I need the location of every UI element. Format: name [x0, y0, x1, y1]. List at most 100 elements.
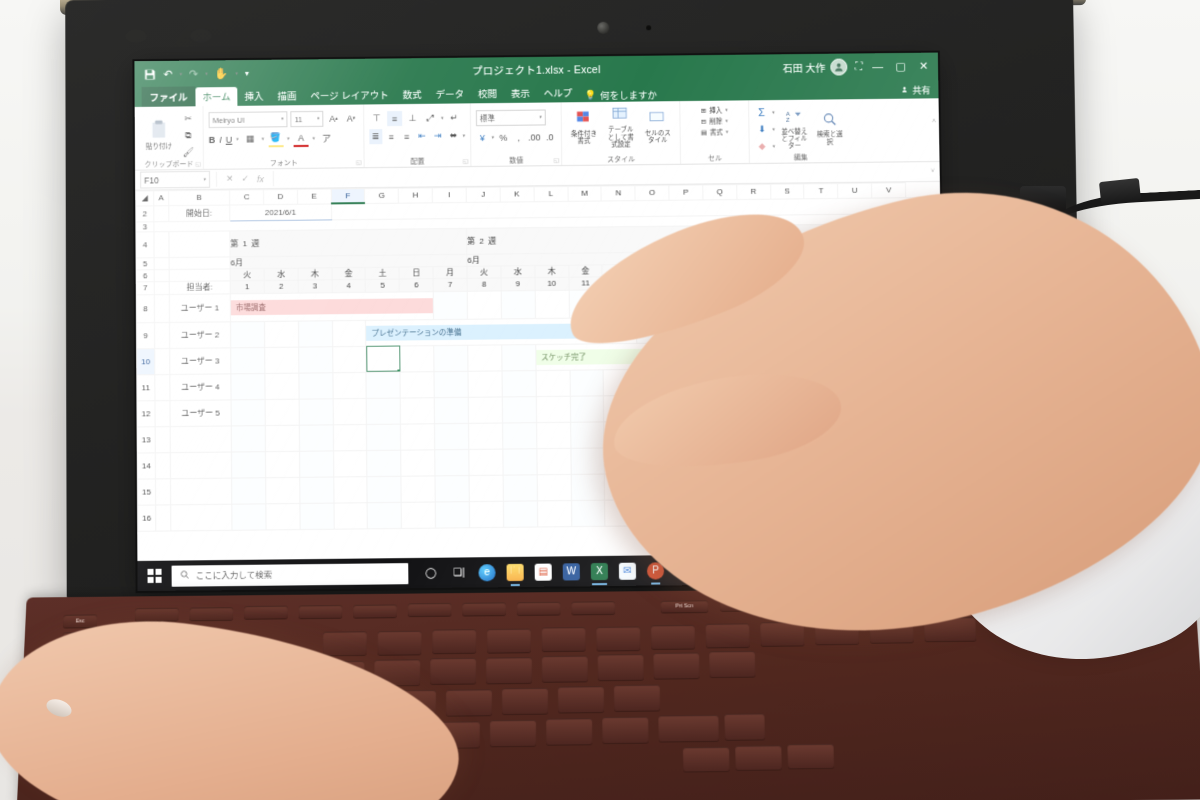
- save-icon[interactable]: [143, 68, 156, 81]
- key-l[interactable]: [445, 689, 493, 716]
- row-header-14[interactable]: 14: [137, 452, 156, 479]
- cell-weekday-0[interactable]: 火: [230, 268, 265, 281]
- key-esc[interactable]: Esc: [62, 614, 98, 628]
- underline-button[interactable]: U: [226, 134, 233, 144]
- column-header-V[interactable]: V: [871, 182, 906, 198]
- row-header-8[interactable]: 8: [136, 294, 155, 323]
- copy-icon[interactable]: ⧉: [181, 128, 196, 143]
- column-header-N[interactable]: N: [601, 185, 636, 201]
- column-header-A[interactable]: A: [153, 190, 169, 206]
- clipboard-dialog-launcher[interactable]: ◱: [195, 161, 201, 168]
- gantt-bar-market-research[interactable]: 市場調査: [230, 297, 434, 315]
- key-bracket-right[interactable]: [613, 684, 661, 711]
- key-3[interactable]: [322, 631, 367, 656]
- format-cells-button[interactable]: ▤ 書式 ▾: [686, 129, 744, 139]
- tab-draw[interactable]: 描画: [270, 86, 303, 105]
- font-name-combo[interactable]: Meiryo UI ▾: [208, 111, 288, 129]
- cell-owner-5[interactable]: ユーザー 5: [169, 399, 232, 427]
- cell-owner-3[interactable]: ユーザー 3: [169, 347, 231, 375]
- find-and-select-button[interactable]: 検索と選択: [813, 106, 846, 152]
- tell-me-box[interactable]: 💡 何をしますか: [585, 87, 657, 102]
- key-p[interactable]: [541, 655, 588, 682]
- row-header-10[interactable]: 10: [136, 348, 155, 375]
- fill-color-icon[interactable]: 🪣: [268, 130, 284, 148]
- column-header-S[interactable]: S: [770, 183, 805, 199]
- key-f1[interactable]: [134, 607, 179, 621]
- key-arrow-down[interactable]: [735, 745, 782, 770]
- column-header-L[interactable]: L: [533, 186, 568, 202]
- comma-style-icon[interactable]: ,: [512, 130, 525, 145]
- fill-handle[interactable]: [397, 369, 401, 372]
- ribbon-display-options-icon[interactable]: ⛶: [855, 61, 862, 72]
- key-6[interactable]: [487, 628, 531, 653]
- cell-D2-start-date-value[interactable]: 2021/6/1: [229, 203, 332, 221]
- clear-icon[interactable]: ◆: [755, 139, 770, 154]
- tab-formulas[interactable]: 数式: [396, 85, 429, 104]
- cell-weekday-3[interactable]: 金: [331, 266, 366, 280]
- cell-weekday-5[interactable]: 日: [399, 266, 434, 279]
- align-bottom-icon[interactable]: ⊥: [405, 111, 420, 126]
- column-header-U[interactable]: U: [837, 183, 872, 198]
- cancel-icon[interactable]: ✕: [226, 174, 234, 185]
- key-7[interactable]: [541, 627, 586, 652]
- gantt-bar-cell-1[interactable]: 市場調査: [230, 291, 434, 322]
- align-right-icon[interactable]: ≡: [400, 129, 413, 144]
- cell-date-6[interactable]: 7: [433, 277, 468, 292]
- increase-decimal-icon[interactable]: .00: [528, 129, 541, 144]
- cell-date-0[interactable]: 1: [230, 280, 265, 294]
- cell-weekday-9[interactable]: 木: [534, 264, 569, 278]
- row-header-9[interactable]: 9: [136, 322, 155, 349]
- format-as-table-button[interactable]: テーブルとして書式設定: [603, 104, 637, 150]
- column-header-O[interactable]: O: [635, 185, 670, 201]
- column-header-M[interactable]: M: [567, 186, 602, 201]
- column-header-Q[interactable]: Q: [702, 184, 737, 200]
- name-box[interactable]: F10 ▾: [140, 170, 211, 189]
- number-dialog-launcher[interactable]: ◱: [554, 157, 560, 164]
- column-header-C[interactable]: C: [229, 189, 264, 205]
- key-enter[interactable]: [709, 650, 756, 678]
- merge-center-icon[interactable]: ⬌: [447, 128, 460, 143]
- active-cell-F10[interactable]: [366, 345, 401, 372]
- row-header-13[interactable]: 13: [137, 426, 156, 453]
- edge-icon[interactable]: e: [478, 563, 496, 581]
- cell-B2-start-date-label[interactable]: 開始日:: [168, 204, 230, 222]
- key-f8[interactable]: [516, 601, 561, 615]
- orientation-icon[interactable]: ⤢: [423, 111, 438, 126]
- format-painter-icon[interactable]: 🖌: [181, 145, 196, 160]
- tab-data[interactable]: データ: [428, 84, 471, 103]
- key-0[interactable]: [705, 623, 750, 648]
- enter-icon[interactable]: ✓: [241, 173, 249, 184]
- row-header-3[interactable]: 3: [135, 221, 154, 232]
- font-dialog-launcher[interactable]: ◱: [356, 159, 362, 166]
- decrease-indent-icon[interactable]: ⇤: [416, 129, 429, 144]
- key-f3[interactable]: [243, 605, 288, 619]
- key-o[interactable]: [486, 657, 532, 684]
- column-header-T[interactable]: T: [804, 183, 839, 199]
- increase-font-size-icon[interactable]: A ▴: [326, 111, 341, 126]
- undo-icon[interactable]: ↶: [163, 68, 172, 81]
- cell-date-2[interactable]: 3: [297, 279, 332, 293]
- key-at[interactable]: [597, 654, 644, 681]
- taskbar-search-box[interactable]: ここに入力して検索: [171, 562, 409, 587]
- sort-and-filter-button[interactable]: AZ 並べ替えとフィルター: [778, 106, 811, 152]
- key-arrow-right[interactable]: [787, 743, 835, 769]
- cell-date-3[interactable]: 4: [331, 278, 366, 293]
- align-left-icon[interactable]: ≣: [369, 129, 382, 145]
- autosum-icon[interactable]: Σ: [754, 105, 769, 120]
- cell-weekday-7[interactable]: 火: [466, 265, 501, 278]
- cell-owner-4[interactable]: ユーザー 4: [169, 373, 232, 401]
- percent-style-icon[interactable]: %: [497, 130, 510, 145]
- gantt-bar-presentation-prep[interactable]: プレゼンテーションの準備: [366, 322, 603, 341]
- touch-mode-icon[interactable]: ✋: [215, 67, 229, 80]
- key-arrow-up[interactable]: [724, 713, 766, 740]
- column-header-G[interactable]: G: [364, 188, 399, 204]
- align-top-icon[interactable]: ⊤: [369, 111, 384, 126]
- cut-icon[interactable]: ✂: [181, 111, 196, 126]
- number-format-combo[interactable]: 標準 ▾: [475, 109, 546, 127]
- cell-weekday-1[interactable]: 水: [264, 267, 298, 281]
- key-f9[interactable]: [571, 601, 616, 615]
- file-explorer-icon[interactable]: 🗀: [506, 563, 524, 581]
- key-f7[interactable]: [462, 602, 506, 616]
- key-period[interactable]: [489, 719, 537, 747]
- phonetic-guide-icon[interactable]: ア: [319, 131, 334, 146]
